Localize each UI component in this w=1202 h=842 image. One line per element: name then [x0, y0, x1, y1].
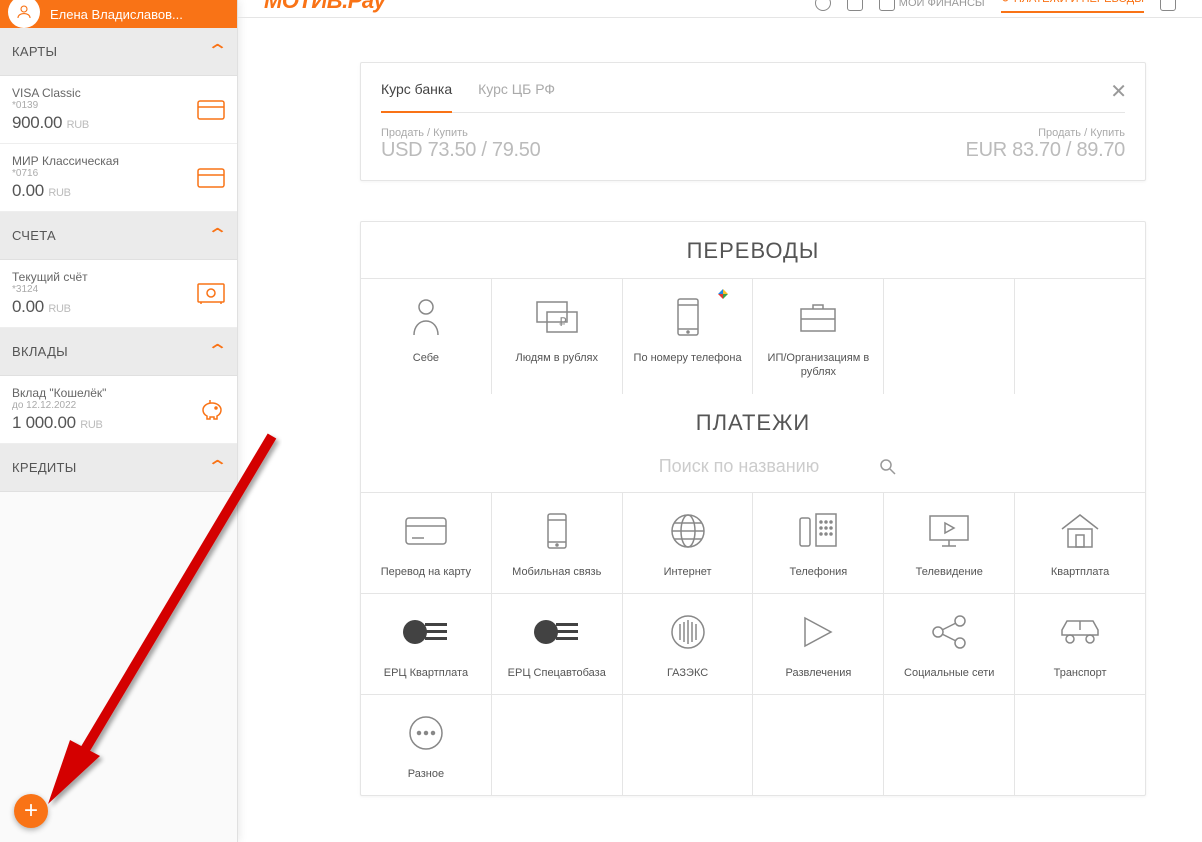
avatar [8, 0, 40, 28]
mobile-icon [546, 509, 568, 553]
empty-cell [884, 279, 1015, 394]
erc-icon [532, 610, 582, 654]
chevron-up-icon: ⌃ [206, 41, 229, 62]
payment-gazeks[interactable]: ГАЗЭКС [623, 594, 754, 694]
transfer-by-phone[interactable]: По номеру телефона [623, 279, 754, 394]
rates-card: ✕ Курс банка Курс ЦБ РФ Продать / Купить… [360, 62, 1146, 181]
payment-erc-rent[interactable]: ЕРЦ Квартплата [361, 594, 492, 694]
briefcase-icon [799, 295, 837, 339]
safe-icon [197, 283, 225, 305]
main-content: ✕ Курс банка Курс ЦБ РФ Продать / Купить… [238, 18, 1202, 842]
payment-telephony[interactable]: Телефония [753, 493, 884, 593]
rate-usd: USD 73.50 / 79.50 [381, 139, 540, 162]
share-icon [930, 610, 968, 654]
payment-internet[interactable]: Интернет [623, 493, 754, 593]
play-icon [801, 610, 835, 654]
account-item[interactable]: Текущий счёт *3124 0.00 RUB [0, 260, 237, 328]
add-button[interactable]: + [14, 794, 48, 828]
chevron-up-icon: ⌃ [206, 225, 229, 246]
svg-text:₽: ₽ [559, 315, 567, 329]
search-icon[interactable] [879, 458, 897, 476]
money-icon: ₽ [535, 295, 579, 339]
house-icon [1060, 509, 1100, 553]
payment-transport[interactable]: Транспорт [1015, 594, 1145, 694]
person-icon [408, 295, 444, 339]
tab-bank-rate[interactable]: Курс банка [381, 81, 452, 113]
section-credits-header[interactable]: КРЕДИТЫ ⌃ [0, 444, 237, 492]
transfer-self[interactable]: Себе [361, 279, 492, 394]
section-cards-header[interactable]: КАРТЫ ⌃ [0, 28, 237, 76]
car-icon [1058, 610, 1102, 654]
payment-card-transfer[interactable]: Перевод на карту [361, 493, 492, 593]
nav-finances[interactable]: МОИ ФИНАНСЫ [879, 0, 985, 11]
payment-entertainment[interactable]: Развлечения [753, 594, 884, 694]
payment-rent[interactable]: Квартплата [1015, 493, 1145, 593]
card-item[interactable]: VISA Classic *0139 900.00 RUB [0, 76, 237, 144]
erc-icon [401, 610, 451, 654]
phone-icon [676, 295, 700, 339]
empty-cell [492, 695, 623, 795]
landline-icon [798, 509, 838, 553]
card-icon [404, 509, 448, 553]
close-icon[interactable]: ✕ [1110, 79, 1127, 104]
section-deposits-header[interactable]: ВКЛАДЫ ⌃ [0, 328, 237, 376]
empty-cell [1015, 695, 1145, 795]
globe-icon [669, 509, 707, 553]
payment-erc-waste[interactable]: ЕРЦ Спецавтобаза [492, 594, 623, 694]
nav-payments[interactable]: ↻ПЛАТЕЖИ И ПЕРЕВОДЫ [1001, 0, 1144, 13]
tab-cbrf-rate[interactable]: Курс ЦБ РФ [478, 81, 555, 112]
tv-icon [928, 509, 970, 553]
payment-social[interactable]: Социальные сети [884, 594, 1015, 694]
payment-other[interactable]: Разное [361, 695, 492, 795]
header-icon-promo[interactable] [815, 0, 831, 11]
payment-mobile[interactable]: Мобильная связь [492, 493, 623, 593]
transfer-people-rub[interactable]: ₽ Людям в рублях [492, 279, 623, 394]
sidebar: Елена Владиславов... КАРТЫ ⌃ VISA Classi… [0, 0, 238, 842]
rate-label: Продать / Купить [381, 127, 540, 139]
rate-eur: EUR 83.70 / 89.70 [966, 139, 1125, 162]
card-icon [197, 168, 225, 188]
piggy-icon [197, 398, 225, 422]
logo[interactable]: МОТИВ.Pay [264, 0, 385, 14]
chevron-up-icon: ⌃ [206, 457, 229, 478]
empty-cell [753, 695, 884, 795]
empty-cell [623, 695, 754, 795]
card-item[interactable]: МИР Классическая *0716 0.00 RUB [0, 144, 237, 212]
more-icon [407, 711, 445, 755]
sbp-badge-icon [716, 287, 730, 301]
deposit-item[interactable]: Вклад "Кошелёк" до 12.12.2022 1 000.00 R… [0, 376, 237, 444]
payment-tv[interactable]: Телевидение [884, 493, 1015, 593]
search-input[interactable] [609, 456, 869, 478]
top-header: МОТИВ.Pay МОИ ФИНАНСЫ ↻ПЛАТЕЖИ И ПЕРЕВОД… [238, 0, 1202, 18]
transfer-to-business[interactable]: ИП/Организациям в рублях [753, 279, 884, 394]
user-name: Елена Владиславов... [50, 7, 183, 22]
empty-cell [1015, 279, 1145, 394]
header-icon-exit[interactable] [1160, 0, 1176, 11]
header-icon-messages[interactable] [847, 0, 863, 11]
rate-label: Продать / Купить [966, 127, 1125, 139]
chevron-up-icon: ⌃ [206, 341, 229, 362]
section-accounts-header[interactable]: СЧЕТА ⌃ [0, 212, 237, 260]
user-icon [15, 3, 33, 21]
card-icon [197, 100, 225, 120]
empty-cell [884, 695, 1015, 795]
gas-icon [670, 610, 706, 654]
transfers-payments-card: ПЕРЕВОДЫ Себе ₽ Людям в рублях По номеру… [360, 221, 1146, 796]
transfers-title: ПЕРЕВОДЫ [361, 222, 1145, 278]
profile-bar[interactable]: Елена Владиславов... [0, 0, 237, 28]
payments-title: ПЛАТЕЖИ [361, 394, 1145, 450]
